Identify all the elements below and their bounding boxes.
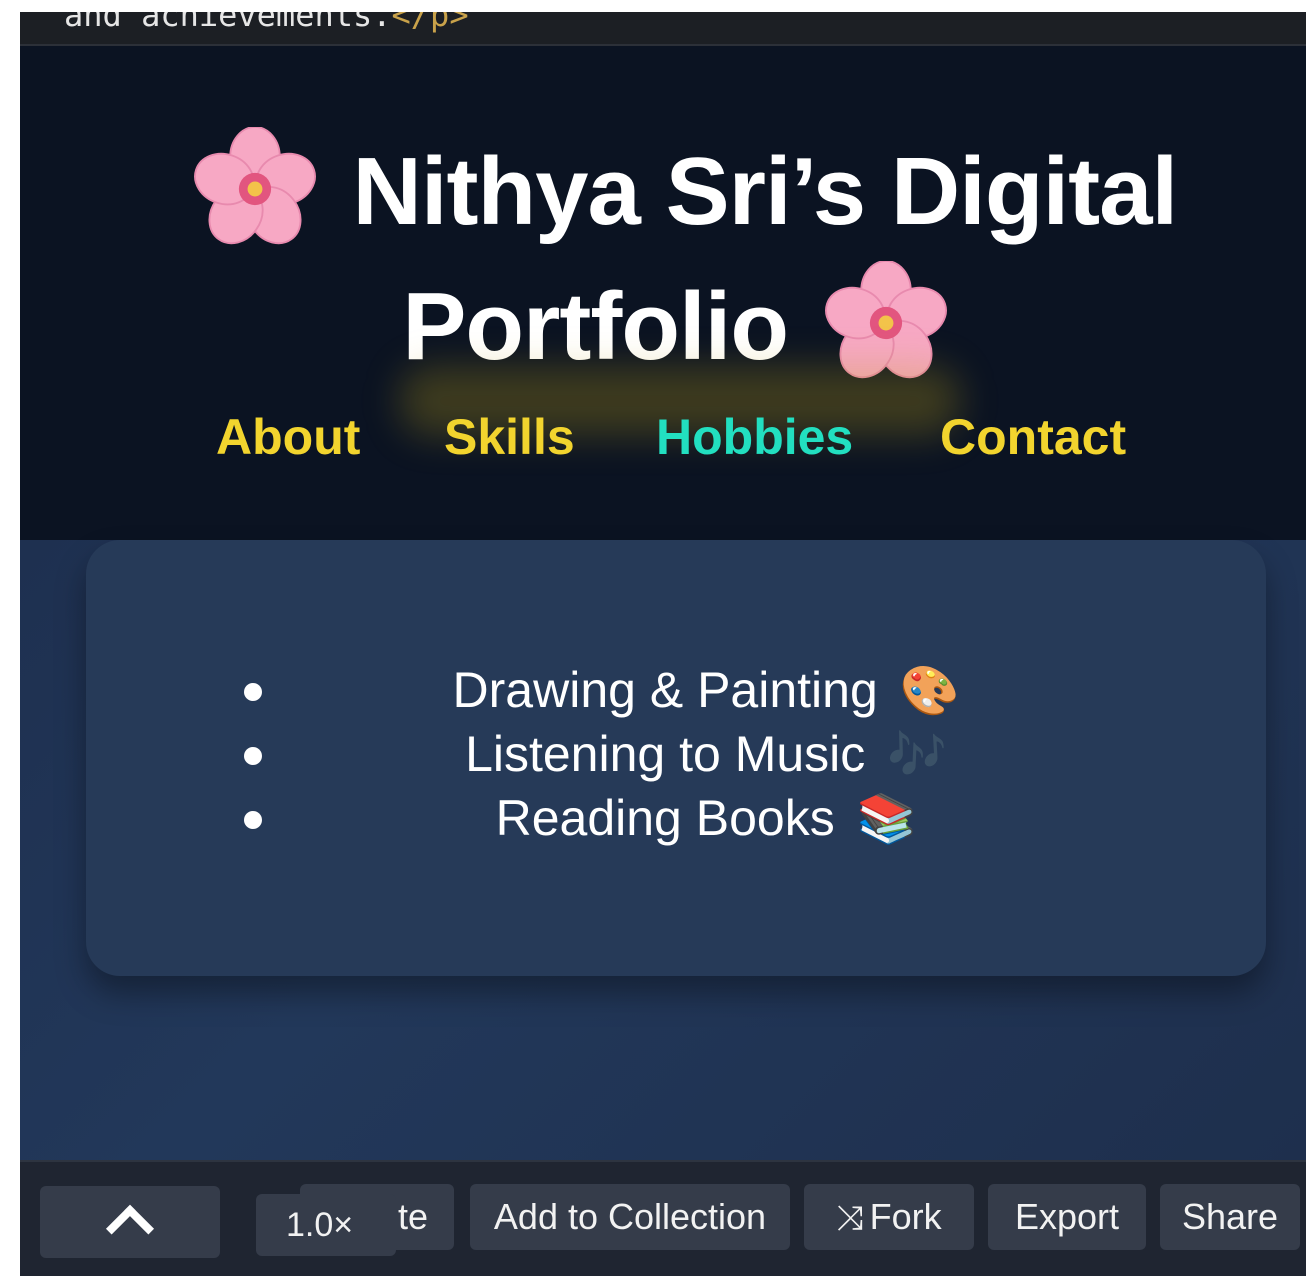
chevron-up-icon (105, 1204, 155, 1253)
code-line: and achievements.</p> (64, 12, 469, 34)
title-line-2: Portfolio (402, 272, 789, 380)
partial-label: te (397, 1196, 428, 1237)
list-item: Listening to Music 🎶 (86, 722, 1266, 786)
add-to-collection-button[interactable]: Add to Collection (470, 1184, 790, 1250)
code-tag: </p> (391, 12, 469, 34)
hobby-list: Drawing & Painting 🎨 Listening to Music … (86, 658, 1266, 850)
list-item: Drawing & Painting 🎨 (86, 658, 1266, 722)
export-button[interactable]: Export (988, 1184, 1146, 1250)
export-label: Export (1014, 1196, 1120, 1237)
hobbies-card: Drawing & Painting 🎨 Listening to Music … (86, 540, 1266, 976)
cherry-blossom-icon (193, 126, 317, 251)
nav-contact[interactable]: Contact (940, 408, 1126, 466)
music-notes-icon: 🎶 (887, 729, 947, 782)
zoom-value: 1.0× (286, 1206, 354, 1244)
bullet (244, 683, 262, 701)
share-label: Share (1181, 1196, 1279, 1237)
share-button[interactable]: Share (1160, 1184, 1300, 1250)
hobbies-section: Drawing & Painting 🎨 Listening to Music … (20, 540, 1306, 1160)
nav-about[interactable]: About (216, 408, 360, 466)
bottom-toolbar: te 1.0× Add to Collection ⤨ Fork Export S… (20, 1160, 1306, 1276)
nav-hobbies[interactable]: Hobbies (656, 408, 853, 466)
scroll-up-button[interactable] (40, 1186, 220, 1258)
main-nav: About Skills Hobbies Contact (20, 408, 1306, 468)
page-title: Nithya Sri’s Digital Portfolio (110, 126, 1250, 395)
fork-icon: ⤨ (836, 1199, 864, 1237)
title-line-1: Nithya Sri’s Digital (352, 138, 1179, 245)
fork-button[interactable]: ⤨ Fork (804, 1184, 974, 1250)
fork-label: Fork (869, 1196, 942, 1237)
bullet (244, 747, 262, 765)
hobby-label: Listening to Music (465, 726, 866, 782)
palette-icon: 🎨 (899, 665, 960, 718)
bullet (244, 811, 262, 829)
add-to-collection-label: Add to Collection (493, 1196, 767, 1237)
list-item: Reading Books 📚 (86, 786, 1266, 850)
books-icon: 📚 (856, 793, 917, 846)
zoom-level[interactable]: 1.0× (256, 1194, 396, 1256)
hobby-label: Drawing & Painting (452, 662, 878, 718)
portfolio-header: Nithya Sri’s Digital Portfolio About Ski… (20, 46, 1306, 540)
code-text: and achievements. (64, 12, 392, 34)
code-editor-strip: and achievements.</p> (20, 12, 1306, 46)
app-frame: and achievements.</p> Nithya Sri’s Digit… (20, 12, 1306, 1276)
hobby-label: Reading Books (495, 790, 835, 846)
nav-skills[interactable]: Skills (444, 408, 575, 466)
